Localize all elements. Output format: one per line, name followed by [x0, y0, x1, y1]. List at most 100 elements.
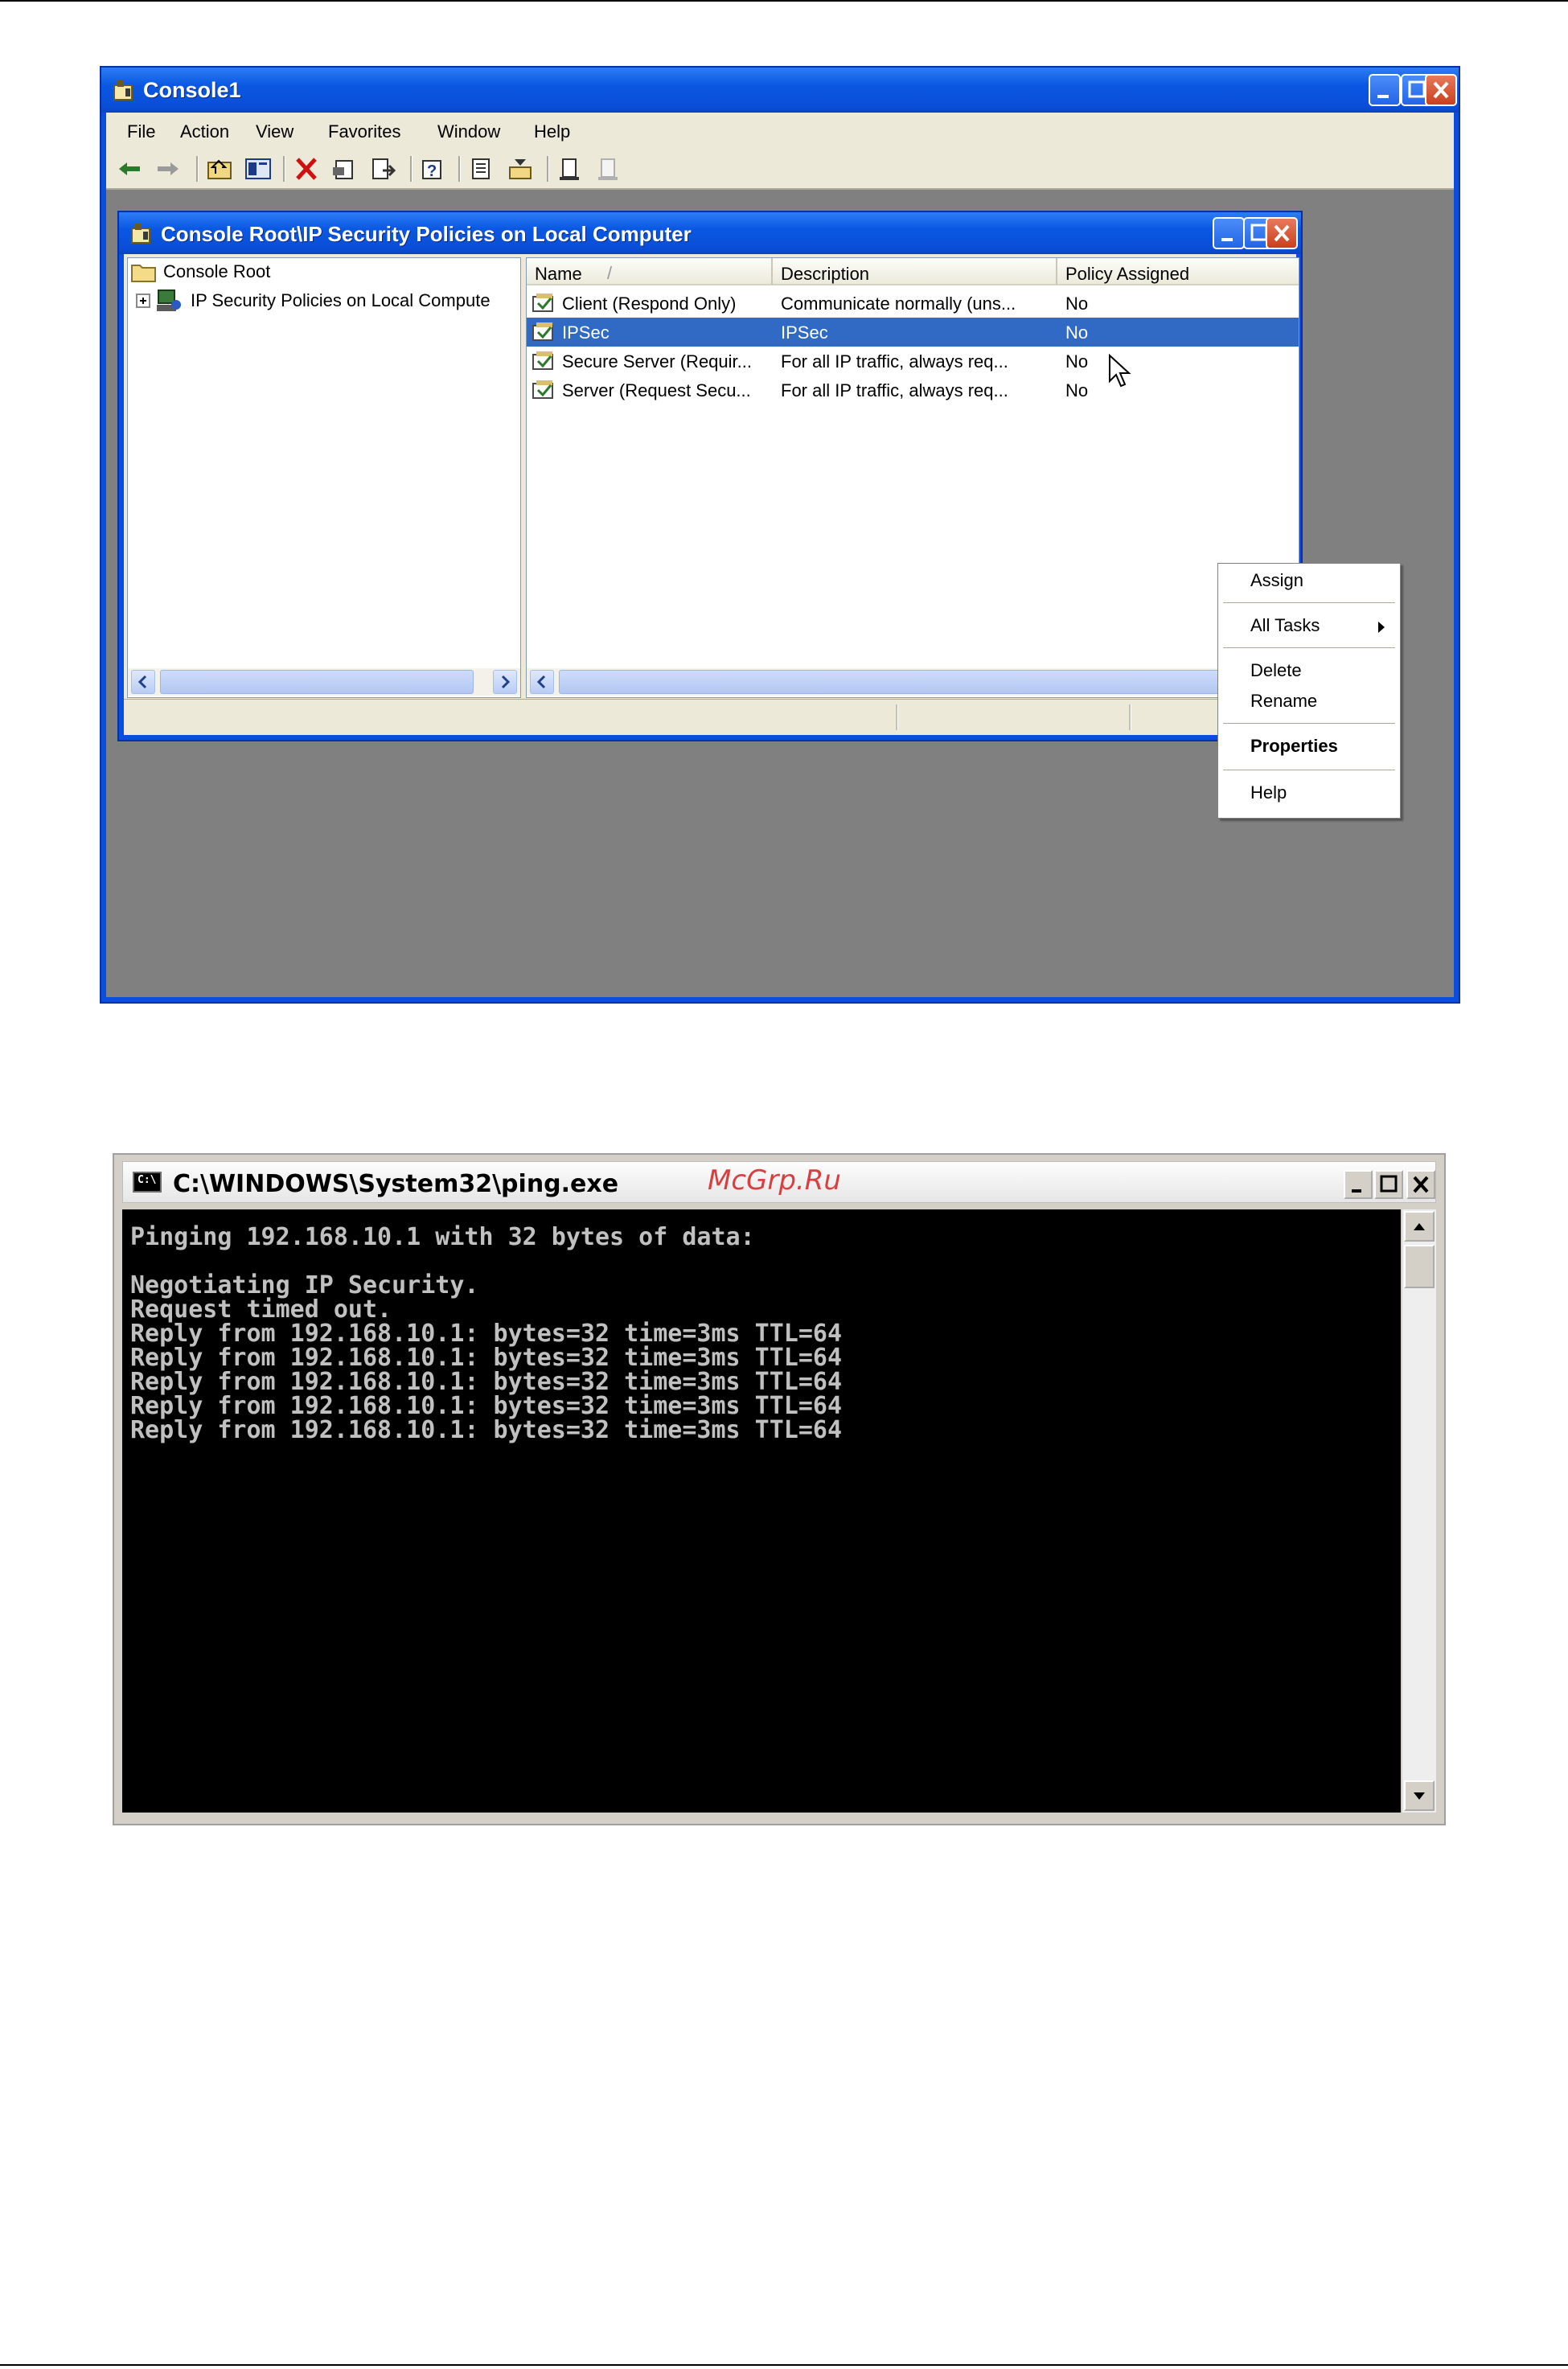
security-policy-computer-icon	[157, 289, 181, 311]
mmc-titlebar[interactable]: Console1	[101, 68, 1459, 113]
context-menu-rename[interactable]: Rename	[1250, 691, 1317, 712]
maximize-icon	[1380, 1175, 1398, 1193]
mouse-cursor-icon	[1109, 354, 1131, 388]
menu-help[interactable]: Help	[534, 121, 570, 142]
status-divider	[1129, 704, 1131, 730]
console-line: Reply from 192.168.10.1: bytes=32 time=3…	[130, 1344, 843, 1372]
policy-icon	[532, 322, 553, 341]
tree-pane: Console Root IP Security Policies on Loc…	[127, 257, 521, 698]
child-window-title: Console Root\IP Security Policies on Loc…	[161, 222, 692, 246]
child-close-button[interactable]	[1266, 217, 1298, 249]
menu-action[interactable]: Action	[180, 121, 229, 142]
console-line: Request timed out.	[130, 1295, 392, 1324]
table-row[interactable]: Secure Server (Requir... For all IP traf…	[527, 347, 1299, 376]
assign-icon[interactable]	[556, 156, 584, 182]
console-line: Reply from 192.168.10.1: bytes=32 time=3…	[130, 1392, 843, 1420]
row-assigned: No	[1065, 351, 1089, 372]
help-icon[interactable]: ?	[420, 156, 447, 182]
menu-separator	[1223, 602, 1395, 603]
context-menu-all-tasks[interactable]: All Tasks	[1250, 615, 1320, 636]
row-assigned: No	[1065, 322, 1089, 343]
mmc-client-area: File Action View Favorites Window Help ?	[106, 113, 1454, 997]
console-output[interactable]: Pinging 192.168.10.1 with 32 bytes of da…	[122, 1209, 1401, 1813]
toolbar-separator	[283, 156, 285, 182]
list-scroll-thumb[interactable]	[559, 670, 1229, 694]
mmc-console-window: Console1 File Action View Favorites Wind…	[100, 66, 1460, 1004]
scroll-down-arrow-icon[interactable]	[1404, 1780, 1435, 1811]
context-menu-properties[interactable]: Properties	[1250, 736, 1338, 757]
context-menu-help[interactable]: Help	[1250, 782, 1287, 803]
sort-indicator-icon: /	[607, 263, 613, 283]
console-close-button[interactable]	[1406, 1170, 1435, 1199]
console-line: Pinging 192.168.10.1 with 32 bytes of da…	[130, 1223, 755, 1251]
properties-icon[interactable]	[331, 156, 359, 182]
console-scroll-thumb[interactable]	[1404, 1245, 1435, 1288]
column-header-policy-assigned[interactable]: Policy Assigned	[1057, 258, 1299, 285]
row-name: Server (Request Secu...	[562, 380, 751, 400]
console-app-icon: C:\	[133, 1172, 162, 1193]
row-description: For all IP traffic, always req...	[781, 351, 1008, 372]
minimize-button[interactable]	[1369, 74, 1401, 106]
row-name: Secure Server (Requir...	[562, 351, 752, 372]
close-button[interactable]	[1425, 74, 1457, 106]
column-header-description[interactable]: Description	[773, 258, 1057, 285]
forward-arrow-icon[interactable]	[154, 156, 182, 182]
close-icon	[1413, 1176, 1429, 1193]
console-line: Reply from 192.168.10.1: bytes=32 time=3…	[130, 1416, 843, 1444]
child-minimize-button[interactable]	[1213, 217, 1245, 249]
manage-filters-icon[interactable]	[507, 156, 534, 182]
delete-icon[interactable]	[293, 156, 320, 182]
tree-label-console-root: Console Root	[163, 261, 271, 281]
status-divider	[896, 704, 898, 730]
menu-favorites[interactable]: Favorites	[328, 121, 400, 142]
column-description-label: Description	[781, 264, 870, 284]
back-arrow-icon[interactable]	[116, 156, 143, 182]
column-name-label: Name	[535, 264, 582, 284]
minimize-icon	[1221, 238, 1233, 241]
export-list-icon[interactable]	[370, 156, 397, 182]
tree-label-ip-security-policies: IP Security Policies on Local Compute	[191, 290, 491, 310]
ip-security-child-window: Console Root\IP Security Policies on Loc…	[117, 211, 1401, 819]
top-page-rule	[0, 0, 1568, 2]
context-menu-delete[interactable]: Delete	[1250, 660, 1302, 681]
toolbar-separator	[410, 156, 413, 182]
policy-icon	[532, 294, 553, 312]
scroll-up-arrow-icon[interactable]	[1404, 1211, 1435, 1242]
close-icon	[1274, 224, 1290, 242]
table-row-selected[interactable]: IPSec IPSec No	[527, 318, 1299, 347]
console-minimize-button[interactable]	[1344, 1170, 1373, 1199]
close-icon	[1433, 81, 1449, 99]
tree-horizontal-scrollbar[interactable]	[128, 668, 520, 696]
status-bar	[124, 699, 1296, 735]
console-vertical-scrollbar[interactable]	[1402, 1209, 1436, 1813]
mmc-app-icon	[113, 80, 133, 101]
up-folder-icon[interactable]	[206, 156, 233, 182]
menu-window[interactable]: Window	[437, 121, 500, 142]
list-horizontal-scrollbar[interactable]	[527, 668, 1299, 696]
menu-view[interactable]: View	[256, 121, 293, 142]
scroll-left-arrow-icon[interactable]	[131, 670, 155, 694]
watermark-text: McGrp.Ru	[708, 1164, 841, 1197]
child-titlebar[interactable]: Console Root\IP Security Policies on Loc…	[119, 212, 1301, 254]
policy-icon	[532, 380, 553, 399]
policy-list-pane: Name / Description Policy Assigned Clien…	[526, 257, 1299, 698]
console-line: Reply from 192.168.10.1: bytes=32 time=3…	[130, 1368, 843, 1396]
tree-scroll-thumb[interactable]	[160, 670, 474, 694]
scroll-right-arrow-icon[interactable]	[493, 670, 517, 694]
column-header-name[interactable]: Name /	[527, 258, 773, 285]
mmc-window-title: Console1	[143, 78, 241, 102]
table-row[interactable]: Server (Request Secu... For all IP traff…	[527, 376, 1299, 404]
console-line: Negotiating IP Security.	[130, 1271, 479, 1299]
scroll-left-arrow-icon[interactable]	[530, 670, 554, 694]
table-row[interactable]: Client (Respond Only) Communicate normal…	[527, 289, 1299, 318]
toolbar-separator	[196, 156, 199, 182]
row-description: For all IP traffic, always req...	[781, 380, 1008, 400]
context-menu-assign[interactable]: Assign	[1250, 570, 1303, 591]
new-policy-icon[interactable]	[468, 156, 495, 182]
expand-plus-icon[interactable]	[136, 294, 152, 310]
row-assigned: No	[1065, 294, 1089, 314]
show-hide-tree-icon[interactable]	[244, 156, 272, 182]
console-maximize-button[interactable]	[1374, 1170, 1403, 1199]
menu-file[interactable]: File	[127, 121, 155, 142]
column-policy-assigned-label: Policy Assigned	[1065, 264, 1190, 284]
